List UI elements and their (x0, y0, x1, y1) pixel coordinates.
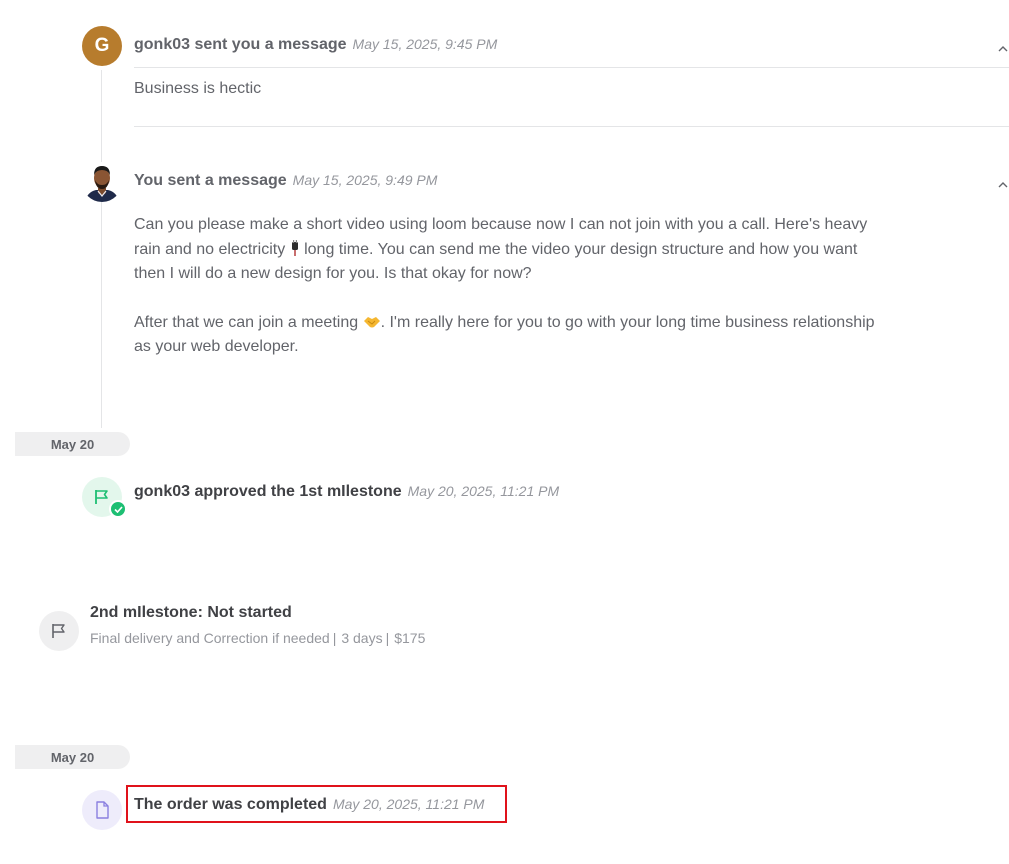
message-text: After that we can join a meeting (134, 314, 359, 331)
milestone-price: $175 (394, 630, 426, 646)
sender-text: You sent a message (134, 172, 287, 189)
chevron-up-icon[interactable] (996, 42, 1009, 56)
divider (134, 67, 1009, 68)
date-separator: May 20 (15, 745, 130, 769)
avatar[interactable]: G (82, 26, 122, 66)
avatar-initial: G (94, 35, 110, 56)
divider (134, 126, 1009, 127)
milestone-details: Final delivery and Correction if needed |… (90, 630, 425, 646)
milestone-approved-header: gonk03 approved the 1st mIlestone May 20,… (134, 483, 559, 501)
milestone-title: 2nd mIlestone: Not started (90, 604, 292, 621)
milestone-approved-text: gonk03 approved the 1st mIlestone (134, 483, 402, 500)
message-header: You sent a message May 15, 2025, 9:49 PM (134, 172, 437, 190)
check-icon (109, 500, 127, 518)
electric-plug-icon (290, 240, 300, 257)
flag-icon (39, 611, 79, 651)
message-body: Can you please make a short video using … (134, 213, 884, 359)
milestone-duration: 3 days (341, 630, 383, 646)
message-paragraph: After that we can join a meeting . I'm r… (134, 310, 884, 359)
separator: | (332, 630, 337, 646)
separator: | (385, 630, 390, 646)
message-body: Business is hectic (134, 80, 262, 97)
sender-text: gonk03 sent you a message (134, 36, 347, 53)
message-time: May 15, 2025, 9:45 PM (352, 36, 498, 52)
highlight-box (126, 785, 507, 823)
timeline-line (101, 70, 102, 428)
milestone-description: Final delivery and Correction if needed (90, 630, 330, 646)
date-separator: May 20 (15, 432, 130, 456)
chevron-up-icon[interactable] (996, 178, 1009, 192)
message-header: gonk03 sent you a message May 15, 2025, 9… (134, 36, 497, 54)
milestone-approved-time: May 20, 2025, 11:21 PM (407, 483, 560, 499)
handshake-icon (363, 314, 381, 330)
message-time: May 15, 2025, 9:49 PM (292, 172, 438, 188)
message-paragraph: Can you please make a short video using … (134, 213, 884, 286)
avatar[interactable] (82, 162, 122, 202)
document-icon (82, 790, 122, 830)
